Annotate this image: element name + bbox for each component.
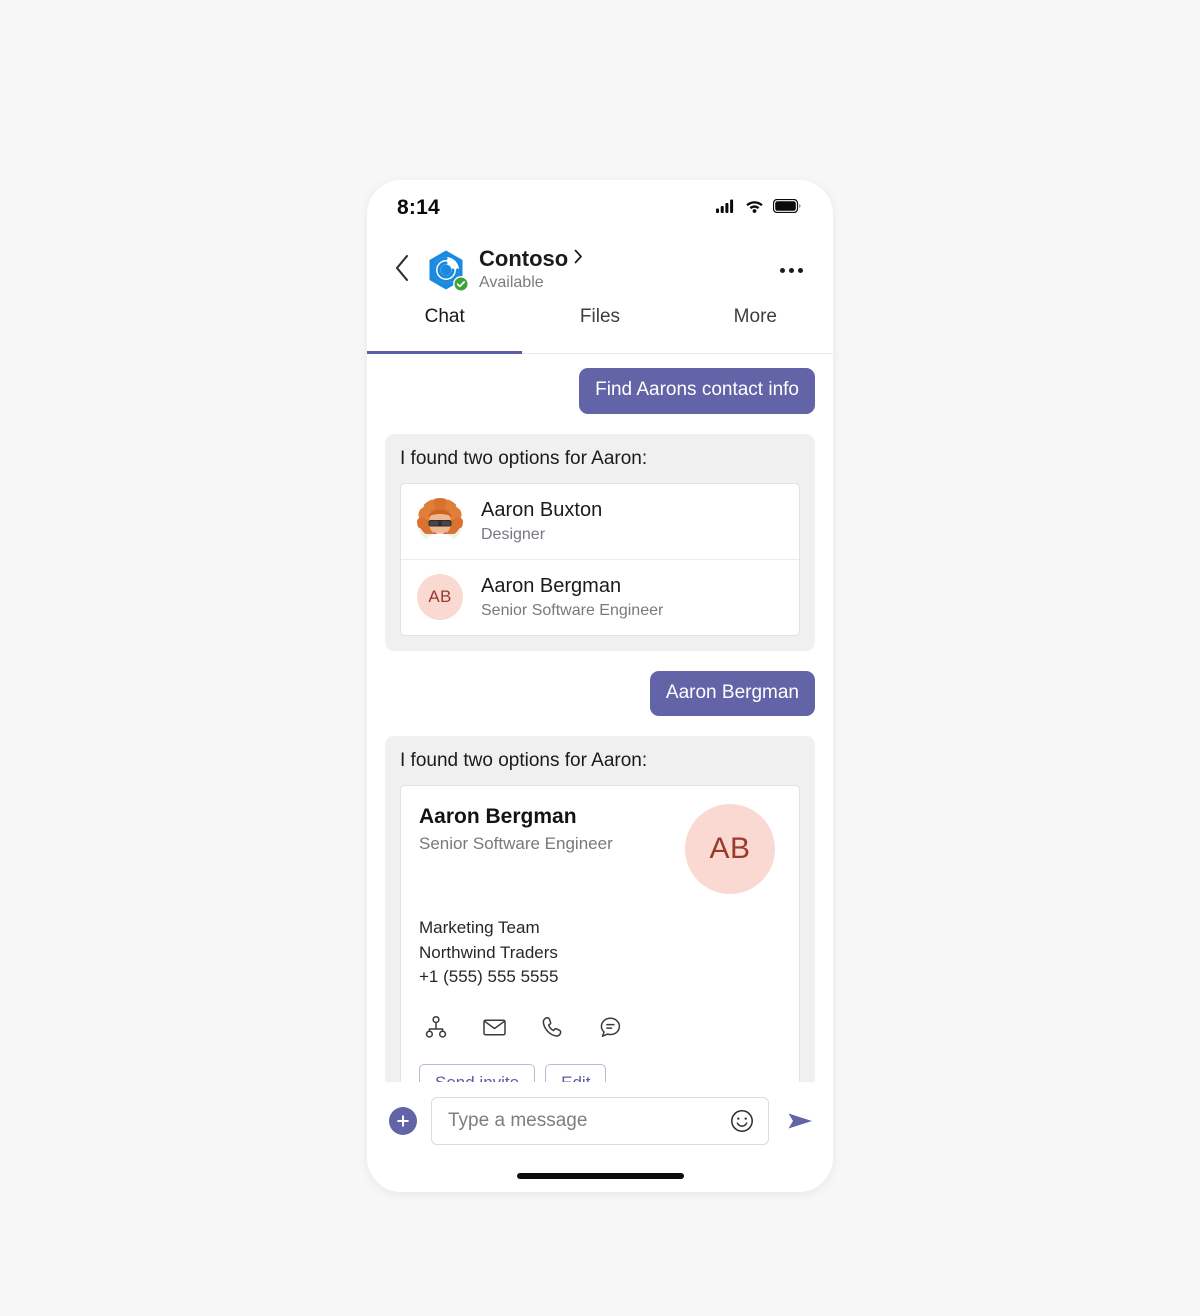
header-title-row: Contoso xyxy=(479,246,771,271)
battery-icon xyxy=(772,198,801,218)
message-input-wrapper[interactable] xyxy=(431,1097,769,1145)
org-chart-icon[interactable] xyxy=(421,1012,451,1042)
chat-header: Contoso Available xyxy=(367,236,833,304)
avatar-initials-large: AB xyxy=(685,804,775,895)
message-row-outgoing: Aaron Bergman xyxy=(385,670,815,717)
card-lead-text: I found two options for Aaron: xyxy=(400,750,648,772)
home-indicator-area xyxy=(367,1160,833,1192)
phone-frame: 8:14 Contoso Available Chat Files More F… xyxy=(367,180,833,1192)
status-indicators xyxy=(716,198,801,218)
contact-list: Aaron Buxton Designer AB Aaron Bergman S… xyxy=(400,482,800,636)
avatar[interactable] xyxy=(425,249,469,292)
send-invite-button[interactable]: Send invite xyxy=(419,1064,536,1082)
message-row-outgoing: Find Aarons contact info xyxy=(385,368,815,414)
list-item[interactable]: Aaron Buxton Designer xyxy=(401,484,799,559)
profile-card: Aaron Bergman Senior Software Engineer A… xyxy=(400,785,800,1082)
aaron-buxton-photo xyxy=(417,498,463,545)
mail-icon[interactable] xyxy=(479,1012,509,1042)
send-arrow-icon[interactable] xyxy=(783,1104,817,1138)
profile-action-icons xyxy=(419,1012,781,1042)
profile-job-title: Senior Software Engineer xyxy=(419,834,613,854)
profile-details: Marketing Team Northwind Traders +1 (555… xyxy=(419,916,781,990)
profile-identity: Aaron Bergman Senior Software Engineer xyxy=(419,804,623,854)
bot-card-contact-list: I found two options for Aaron: Aaron Bux… xyxy=(385,433,815,651)
edit-button[interactable]: Edit xyxy=(545,1064,607,1082)
profile-company: Northwind Traders xyxy=(419,942,558,962)
page-title: Contoso xyxy=(479,246,569,272)
contact-name: Aaron Buxton xyxy=(481,498,603,521)
back-button[interactable] xyxy=(385,249,419,291)
tab-bar: Chat Files More xyxy=(367,304,833,354)
profile-buttons: Send invite Edit xyxy=(419,1064,781,1082)
header-text-block[interactable]: Contoso Available xyxy=(479,246,771,293)
search-input[interactable] xyxy=(448,1110,728,1132)
status-bar: 8:14 xyxy=(367,180,833,236)
wifi-icon xyxy=(745,199,764,218)
contact-meta: Aaron Buxton Designer xyxy=(481,498,602,545)
message-composer xyxy=(367,1082,833,1160)
chevron-right-icon xyxy=(574,249,583,269)
contact-meta: Aaron Bergman Senior Software Engineer xyxy=(481,574,663,621)
contact-name: Aaron Bergman xyxy=(481,574,622,597)
bot-card-contact-profile: I found two options for Aaron: Aaron Ber… xyxy=(385,736,815,1082)
plus-icon[interactable] xyxy=(389,1107,417,1135)
contact-title: Designer xyxy=(481,525,546,543)
emoji-smiley-icon[interactable] xyxy=(728,1107,756,1135)
chat-bubble-icon[interactable] xyxy=(595,1012,625,1042)
profile-team: Marketing Team xyxy=(419,918,540,938)
profile-name: Aaron Bergman xyxy=(419,805,577,829)
message-bubble-outgoing[interactable]: Find Aarons contact info xyxy=(579,368,815,414)
message-list[interactable]: Find Aarons contact info I found two opt… xyxy=(367,354,833,1082)
list-item[interactable]: AB Aaron Bergman Senior Software Enginee… xyxy=(401,558,799,635)
card-lead-text: I found two options for Aaron: xyxy=(400,447,648,469)
home-indicator-bar xyxy=(516,1173,684,1179)
contact-title: Senior Software Engineer xyxy=(481,601,664,619)
phone-icon[interactable] xyxy=(537,1012,567,1042)
screenshot-canvas: 8:14 Contoso Available Chat Files More F… xyxy=(0,0,1200,1316)
more-options-icon[interactable] xyxy=(771,250,811,290)
avatar-initials: AB xyxy=(417,574,463,621)
back-chevron-icon xyxy=(394,254,410,287)
presence-status-label: Available xyxy=(479,273,544,291)
profile-phone: +1 (555) 555 5555 xyxy=(419,967,559,987)
cellular-signal-icon xyxy=(716,199,736,218)
tab-chat[interactable]: Chat xyxy=(367,304,523,354)
tab-more[interactable]: More xyxy=(678,304,833,353)
status-time: 8:14 xyxy=(397,196,440,219)
available-check-icon xyxy=(453,276,469,292)
profile-header: Aaron Bergman Senior Software Engineer A… xyxy=(419,804,781,895)
message-bubble-outgoing[interactable]: Aaron Bergman xyxy=(649,670,815,717)
tab-files[interactable]: Files xyxy=(522,304,677,353)
profile-body: Aaron Bergman Senior Software Engineer A… xyxy=(401,786,799,1082)
